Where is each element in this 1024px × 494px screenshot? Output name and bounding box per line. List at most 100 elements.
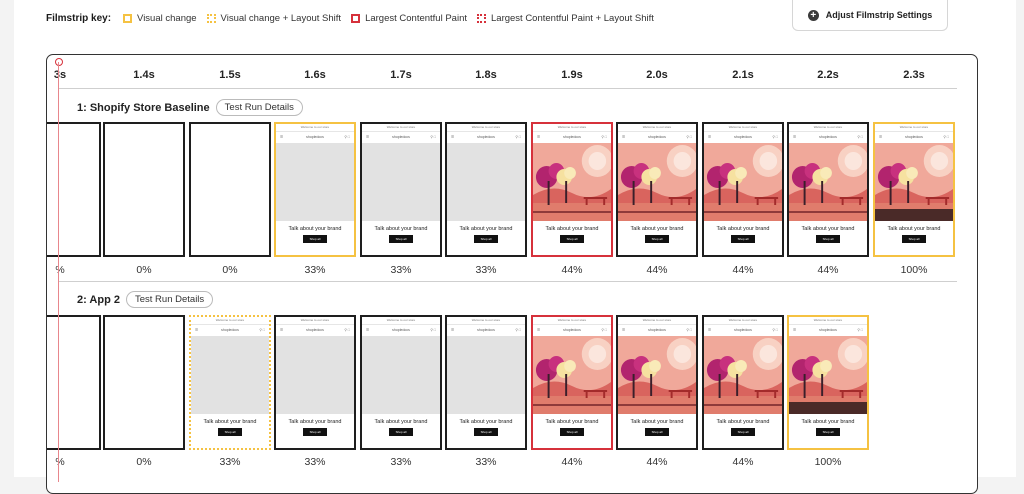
frame-shop-button: Shop all xyxy=(645,428,669,436)
frame-shop-button: Shop all xyxy=(816,428,840,436)
filmstrip-frame[interactable] xyxy=(189,122,271,257)
frame-hero-image xyxy=(618,143,696,221)
frame-visual-progress: 33% xyxy=(390,264,412,276)
frame-announcement-bar: Welcome to our store xyxy=(704,124,782,132)
row-title-2: 2: App 2 Test Run Details xyxy=(77,291,214,308)
filmstrip-frame[interactable] xyxy=(47,315,101,450)
row-title-1-text: 1: Shopify Store Baseline xyxy=(77,101,210,114)
frame-header: ☰ shopledocs ⚲ □ xyxy=(195,328,265,332)
frame-announcement-bar: Welcome to our store xyxy=(276,317,354,325)
frame-header: ☰ shopledocs ⚲ □ xyxy=(622,135,692,139)
filmstrip-frame[interactable]: Welcome to our store ☰ shopledocs ⚲ □ Talk a… xyxy=(274,122,356,257)
frame-header: ☰ shopledocs ⚲ □ xyxy=(451,135,521,139)
frame-hero-image xyxy=(789,143,867,221)
frame-visual-progress: 44% xyxy=(732,456,754,468)
frame-shop-button: Shop all xyxy=(474,428,498,436)
adjust-filmstrip-settings-label: Adjust Filmstrip Settings xyxy=(825,10,933,20)
filmstrip-frame[interactable]: Welcome to our store ☰ shopledocs ⚲ □ Talk a… xyxy=(445,315,527,450)
frame-announcement-bar: Welcome to our store xyxy=(362,317,440,325)
frame-brand-text: Talk about your brand xyxy=(887,226,941,232)
key-visual-change-layout-shift-label: Visual change + Layout Shift xyxy=(220,12,342,24)
frame-header: ☰ shopledocs ⚲ □ xyxy=(537,328,607,332)
filmstrip-frame[interactable] xyxy=(103,122,185,257)
frame-visual-progress: 44% xyxy=(561,264,583,276)
frame-brand-text: Talk about your brand xyxy=(288,226,342,232)
filmstrip-frame[interactable]: Welcome to our store ☰ shopledocs ⚲ □ Talk a… xyxy=(445,122,527,257)
filmstrip-frame[interactable]: Welcome to our store ☰ shopledocs ⚲ □ Talk a… xyxy=(274,315,356,450)
filmstrip-frame[interactable]: Welcome to our store ☰ shopledocs ⚲ □ Talk a… xyxy=(360,122,442,257)
frame-visual-progress: 44% xyxy=(817,264,839,276)
frame-header: ☰ shopledocs ⚲ □ xyxy=(793,328,863,332)
filmstrip-frame[interactable]: Welcome to our store ☰ shopledocs ⚲ □ Talk a… xyxy=(531,122,613,257)
timeline-tick: 1.4s xyxy=(133,69,155,81)
frame-announcement-bar: Welcome to our store xyxy=(618,124,696,132)
adjust-filmstrip-settings-button[interactable]: + Adjust Filmstrip Settings xyxy=(792,0,948,31)
frame-shop-button: Shop all xyxy=(731,235,755,243)
frame-announcement-bar: Welcome to our store xyxy=(789,124,867,132)
frame-hero-image xyxy=(362,336,440,414)
frame-header: ☰ shopledocs ⚲ □ xyxy=(280,328,350,332)
filmstrip-frame[interactable]: Welcome to our store ☰ shopledocs ⚲ □ Talk a… xyxy=(616,122,698,257)
frame-brand-text: Talk about your brand xyxy=(459,226,513,232)
frame-header: ☰ shopledocs ⚲ □ xyxy=(793,135,863,139)
filmstrip-frame[interactable]: Welcome to our store ☰ shopledocs ⚲ □ Talk a… xyxy=(360,315,442,450)
timeline-tick: 2.1s xyxy=(732,69,754,81)
timeline-tick: 1.6s xyxy=(304,69,326,81)
filmstrip-container[interactable]: 3s 1.4s 1.5s 1.6s 1.7s 1.8s 1.9s 2.0s 2.1s 2.2s 2.… xyxy=(46,54,978,494)
frame-visual-progress: 0% xyxy=(136,456,152,468)
frame-hero-image xyxy=(276,336,354,414)
lcp-layout-shift-swatch xyxy=(477,13,486,23)
filmstrip-frame[interactable]: Welcome to our store ☰ shopledocs ⚲ □ Talk a… xyxy=(787,122,869,257)
filmstrip-frame[interactable]: Welcome to our store ☰ shopledocs ⚲ □ Talk a… xyxy=(702,122,784,257)
frame-visual-progress: % xyxy=(55,264,65,276)
timeline-tick: 1.5s xyxy=(219,69,241,81)
timeline-cursor-handle[interactable] xyxy=(55,58,63,66)
frame-announcement-bar: Welcome to our store xyxy=(191,317,269,325)
frame-brand-text: Talk about your brand xyxy=(630,226,684,232)
key-lcp: Largest Contentful Paint xyxy=(351,13,467,24)
frame-hero-image xyxy=(533,143,611,221)
frame-announcement-bar: Welcome to our store xyxy=(447,317,525,325)
frame-header: ☰ shopledocs ⚲ □ xyxy=(622,328,692,332)
test-run-details-button-1[interactable]: Test Run Details xyxy=(215,99,303,116)
filmstrip-frame[interactable]: Welcome to our store ☰ shopledocs ⚲ □ Talk a… xyxy=(616,315,698,450)
frame-hero-image xyxy=(447,336,525,414)
timeline-tick: 1.9s xyxy=(561,69,583,81)
frame-hero-image xyxy=(533,336,611,414)
filmstrip-frame[interactable] xyxy=(103,315,185,450)
timeline-tick: 1.7s xyxy=(390,69,412,81)
filmstrip-frame[interactable]: Welcome to our store ☰ shopledocs ⚲ □ Talk a… xyxy=(873,122,955,257)
frame-announcement-bar: Welcome to our store xyxy=(362,124,440,132)
row-divider xyxy=(59,281,957,282)
frame-visual-progress: 33% xyxy=(304,456,326,468)
frame-visual-progress: 0% xyxy=(136,264,152,276)
frame-brand-text: Talk about your brand xyxy=(459,419,513,425)
frame-hero-image xyxy=(191,336,269,414)
frame-visual-progress: 44% xyxy=(561,456,583,468)
timeline-header: 3s 1.4s 1.5s 1.6s 1.7s 1.8s 1.9s 2.0s 2.1s 2.2s 2.… xyxy=(47,55,977,89)
frame-brand-text: Talk about your brand xyxy=(203,419,257,425)
frame-announcement-bar: Welcome to our store xyxy=(704,317,782,325)
frame-hero-image xyxy=(875,143,953,221)
frame-visual-progress: 100% xyxy=(900,264,928,276)
filmstrip-frame[interactable]: Welcome to our store ☰ shopledocs ⚲ □ Talk a… xyxy=(702,315,784,450)
frame-visual-progress: 33% xyxy=(304,264,326,276)
filmstrip-key-label: Filmstrip key: xyxy=(46,12,112,24)
filmstrip-frame[interactable]: Welcome to our store ☰ shopledocs ⚲ □ Talk a… xyxy=(189,315,271,450)
frame-brand-text: Talk about your brand xyxy=(374,226,428,232)
frame-header: ☰ shopledocs ⚲ □ xyxy=(879,135,949,139)
frame-header: ☰ shopledocs ⚲ □ xyxy=(708,328,778,332)
frame-visual-progress: 44% xyxy=(646,456,668,468)
row-title-2-text: 2: App 2 xyxy=(77,293,120,306)
frame-shop-button: Shop all xyxy=(645,235,669,243)
frame-hero-image xyxy=(704,336,782,414)
frame-visual-progress: 33% xyxy=(475,456,497,468)
frame-shop-button: Shop all xyxy=(389,235,413,243)
timeline-tick: 2.2s xyxy=(817,69,839,81)
filmstrip-frame[interactable]: Welcome to our store ☰ shopledocs ⚲ □ Talk a… xyxy=(787,315,869,450)
frame-hero-image xyxy=(362,143,440,221)
filmstrip-frame[interactable]: Welcome to our store ☰ shopledocs ⚲ □ Talk a… xyxy=(531,315,613,450)
test-run-details-button-2[interactable]: Test Run Details xyxy=(126,291,214,308)
filmstrip-frame[interactable] xyxy=(47,122,101,257)
timeline-tick: 3s xyxy=(53,69,67,81)
